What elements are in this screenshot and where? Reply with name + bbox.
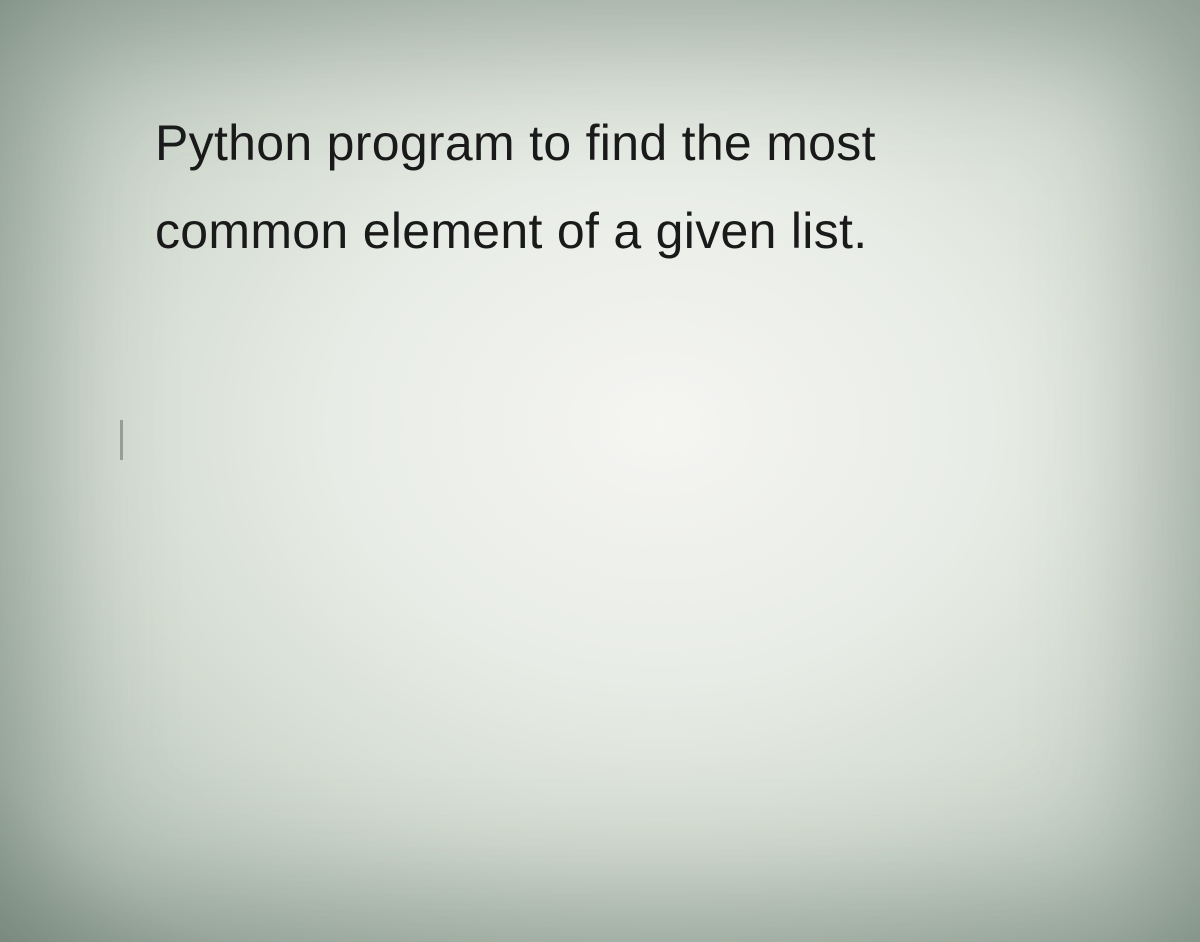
problem-text: Python program to find the most common e… — [155, 100, 1100, 275]
problem-line-1: Python program to find the most — [155, 115, 876, 171]
problem-statement: Python program to find the most common e… — [155, 100, 1100, 275]
text-cursor-mark — [120, 420, 123, 460]
problem-line-2: common element of a given list. — [155, 203, 867, 259]
